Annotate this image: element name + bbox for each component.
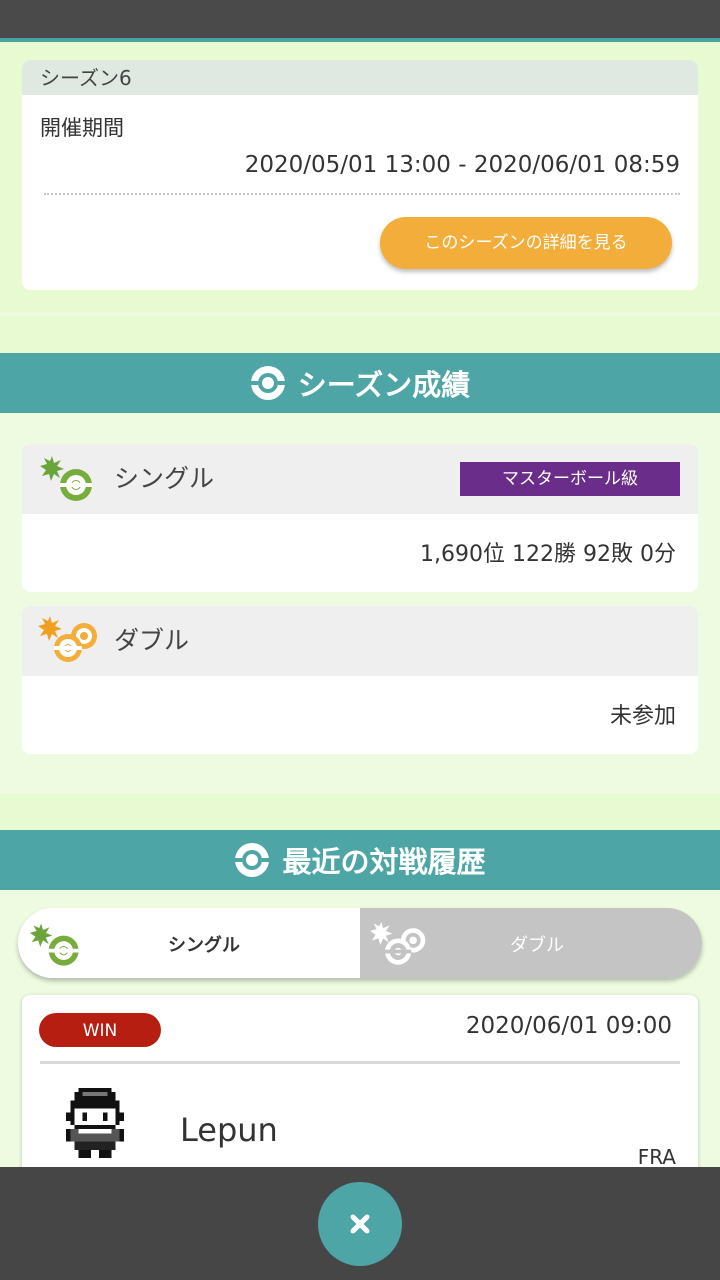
double-result-card: ダブル 未参加 bbox=[22, 606, 698, 754]
opponent-name: Lepun bbox=[180, 1111, 278, 1149]
single-battle-icon bbox=[40, 456, 92, 501]
double-battle-icon bbox=[370, 921, 426, 965]
recent-battles-title: 最近の対戦履歴 bbox=[282, 845, 486, 879]
single-stats: 1,690位 122勝 92敗 0分 bbox=[420, 542, 676, 567]
battle-type-tabs: シングル ダブル bbox=[18, 908, 702, 978]
dotted-divider bbox=[44, 193, 680, 195]
battle-entry[interactable]: WIN 2020/06/01 09:00 Lepun FRA bbox=[22, 995, 698, 1195]
spacer-band-2 bbox=[0, 794, 720, 830]
single-label: シングル bbox=[114, 464, 215, 493]
double-battle-icon bbox=[38, 616, 97, 662]
result-badge: WIN bbox=[39, 1013, 161, 1047]
recent-battles-banner: 最近の対戦履歴 bbox=[0, 830, 720, 890]
battle-divider bbox=[40, 1061, 680, 1064]
opponent-country: FRA bbox=[637, 1145, 676, 1169]
top-status-bar bbox=[0, 0, 720, 42]
spacer-band bbox=[0, 316, 720, 354]
tab-double[interactable]: ダブル bbox=[360, 908, 702, 978]
single-result-header: シングル マスターボール級 bbox=[22, 444, 698, 514]
period-label: 開催期間 bbox=[40, 116, 124, 140]
tab-single-label: シングル bbox=[168, 935, 240, 956]
period-range: 2020/05/01 13:00 - 2020/06/01 08:59 bbox=[244, 152, 680, 178]
close-button[interactable] bbox=[318, 1182, 402, 1266]
trainer-avatar-icon bbox=[66, 1088, 124, 1158]
season-detail-button[interactable]: このシーズンの詳細を見る bbox=[380, 217, 672, 269]
rank-badge: マスターボール級 bbox=[460, 462, 680, 496]
season-card: シーズン6 開催期間 2020/05/01 13:00 - 2020/06/01… bbox=[22, 60, 698, 290]
season-name: シーズン6 bbox=[22, 60, 698, 95]
pokeball-icon bbox=[249, 366, 286, 400]
season-results-title: シーズン成績 bbox=[297, 368, 471, 402]
close-icon bbox=[350, 1214, 370, 1234]
single-battle-icon bbox=[29, 923, 79, 966]
tab-double-label: ダブル bbox=[510, 935, 564, 956]
season-results-banner: シーズン成績 bbox=[0, 353, 720, 413]
tab-single[interactable]: シングル bbox=[18, 908, 360, 978]
battle-datetime: 2020/06/01 09:00 bbox=[465, 1013, 672, 1039]
double-stats: 未参加 bbox=[609, 704, 676, 729]
single-result-card: シングル マスターボール級 1,690位 122勝 92敗 0分 bbox=[22, 444, 698, 592]
double-label: ダブル bbox=[114, 626, 190, 655]
pokeball-icon bbox=[234, 843, 271, 877]
double-result-header: ダブル bbox=[22, 606, 698, 676]
